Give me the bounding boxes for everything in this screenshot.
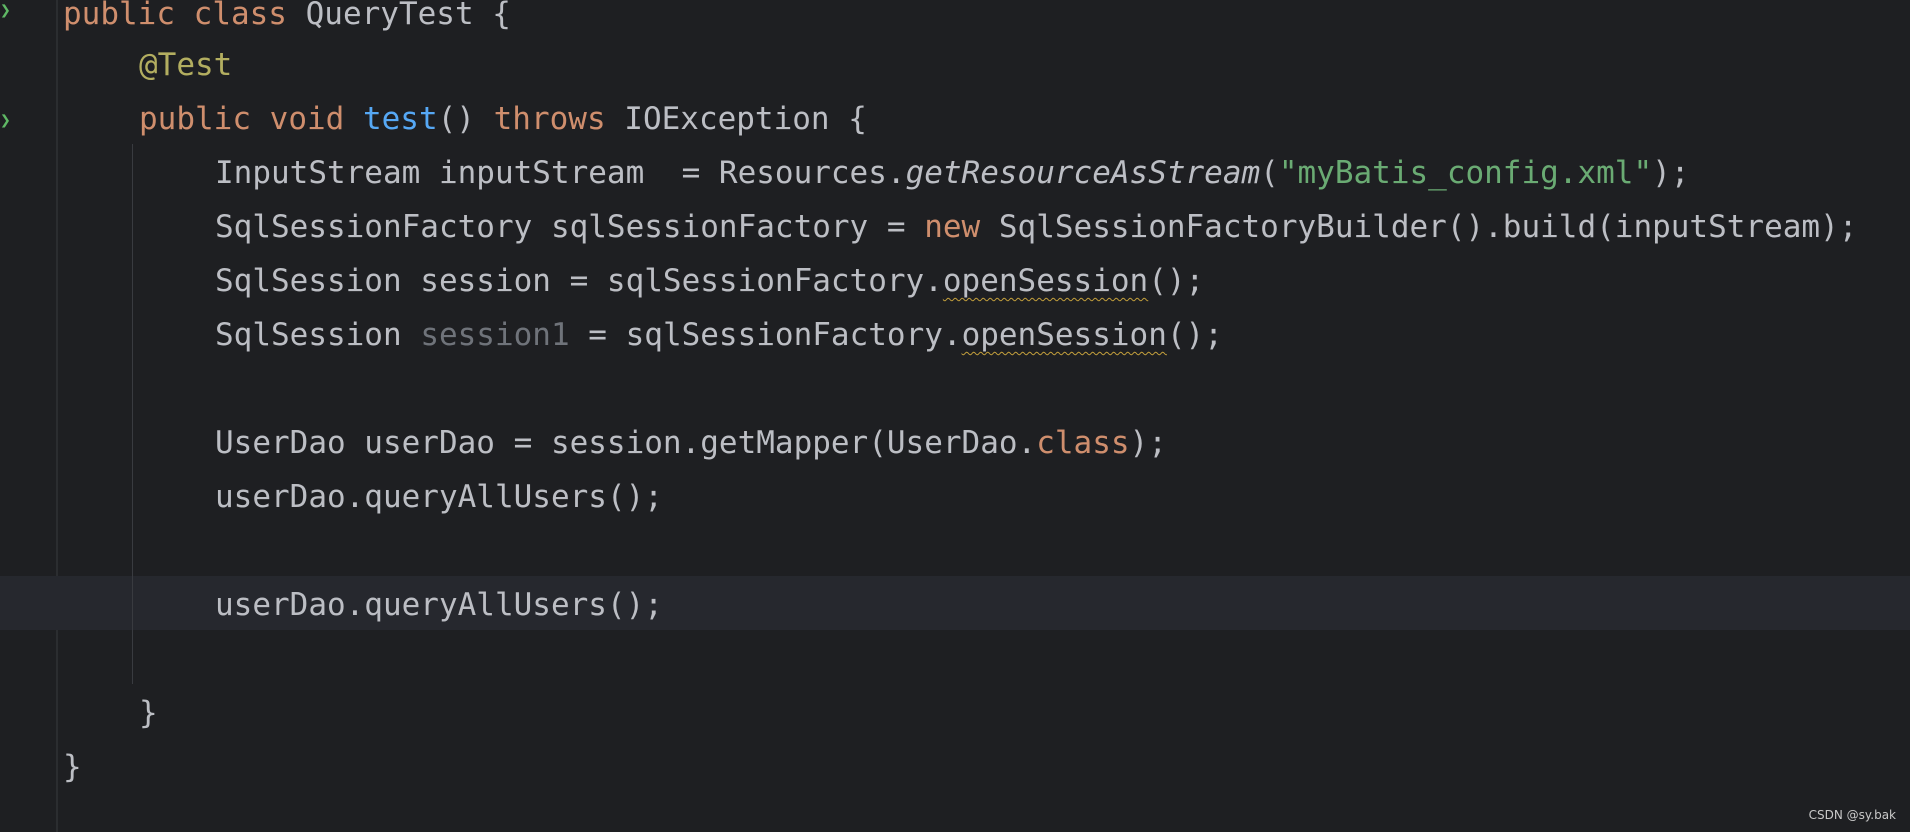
- keyword-token: new: [924, 209, 981, 245]
- code-editor[interactable]: ❯ ❯ public class QueryTest { @Test publi…: [0, 0, 1910, 832]
- code-token: }: [63, 749, 82, 785]
- code-token: UserDao userDao = session.getMapper(User…: [215, 425, 1037, 461]
- code-line-session-factory[interactable]: SqlSessionFactory sqlSessionFactory = ne…: [215, 200, 1857, 254]
- code-token: = sqlSessionFactory.: [569, 317, 962, 353]
- code-line-class-close-brace[interactable]: }: [63, 740, 82, 794]
- keyword-token: throws: [493, 101, 606, 137]
- code-line-input-stream[interactable]: InputStream inputStream = Resources.getR…: [215, 146, 1689, 200]
- keyword-token: void: [269, 101, 345, 137]
- run-test-icon[interactable]: ❯: [0, 110, 14, 132]
- code-token: SqlSession session = sqlSessionFactory.: [215, 263, 943, 299]
- code-token: InputStream inputStream = Resources.: [215, 155, 906, 191]
- code-line-method-declaration[interactable]: public void test() throws IOException {: [139, 92, 867, 146]
- code-line-open-session-1[interactable]: SqlSession session1 = sqlSessionFactory.…: [215, 308, 1223, 362]
- watermark: CSDN @sy.bak: [1808, 808, 1896, 822]
- code-token: ();: [1148, 263, 1205, 299]
- warning-token: openSession: [961, 317, 1167, 353]
- warning-token: openSession: [942, 263, 1149, 299]
- keyword-token: class: [1036, 425, 1130, 461]
- gutter-separator: [56, 0, 58, 832]
- code-token: userDao.queryAllUsers();: [215, 587, 663, 623]
- run-class-icon[interactable]: ❯: [0, 0, 14, 22]
- code-token: QueryTest {: [286, 0, 511, 32]
- code-line-class-declaration[interactable]: public class QueryTest {: [63, 0, 511, 41]
- indent-guide: [132, 144, 133, 684]
- code-token: );: [1652, 155, 1690, 191]
- annotation-token: @Test: [139, 47, 233, 83]
- keyword-token: public: [63, 0, 175, 32]
- code-line-open-session[interactable]: SqlSession session = sqlSessionFactory.o…: [215, 254, 1204, 308]
- code-token: SqlSession: [215, 317, 421, 353]
- code-line-get-mapper[interactable]: UserDao userDao = session.getMapper(User…: [215, 416, 1167, 470]
- code-token: ();: [1166, 317, 1223, 353]
- code-line-query-all-users-2[interactable]: userDao.queryAllUsers();: [215, 578, 663, 632]
- code-token: (: [1260, 155, 1279, 191]
- code-token: userDao.queryAllUsers();: [215, 479, 663, 515]
- code-token: SqlSessionFactoryBuilder().build(inputSt…: [980, 209, 1858, 245]
- static-method-token: getResourceAsStream: [905, 155, 1261, 191]
- code-token: IOException {: [605, 101, 867, 137]
- code-token: (): [437, 101, 494, 137]
- unused-variable-token: session1: [420, 317, 570, 353]
- keyword-token: public: [139, 101, 251, 137]
- code-line-query-all-users[interactable]: userDao.queryAllUsers();: [215, 470, 663, 524]
- string-literal-token: "myBatis_config.xml": [1278, 155, 1653, 191]
- method-name-token: test: [362, 101, 438, 137]
- code-token: }: [139, 695, 158, 731]
- code-line-method-close-brace[interactable]: }: [139, 686, 158, 740]
- keyword-token: class: [193, 0, 287, 32]
- code-line-annotation[interactable]: @Test: [139, 38, 232, 92]
- code-token: );: [1129, 425, 1167, 461]
- code-token: SqlSessionFactory sqlSessionFactory =: [215, 209, 925, 245]
